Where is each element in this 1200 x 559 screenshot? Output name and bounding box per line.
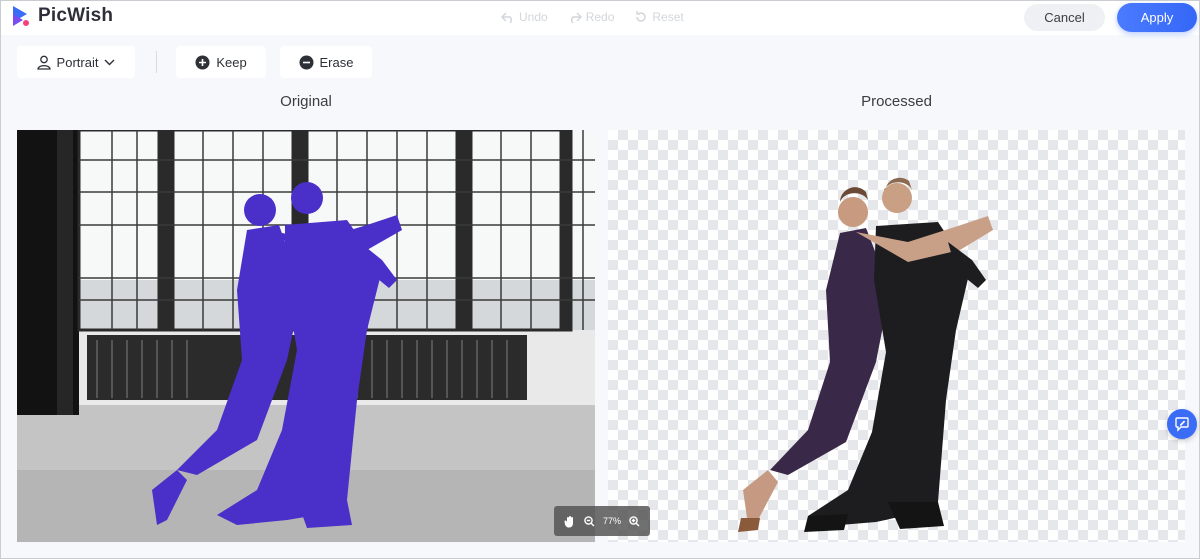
keep-brush-button[interactable]: Keep (176, 46, 266, 78)
app-logo[interactable]: PicWish (9, 4, 113, 28)
erase-brush-button[interactable]: Erase (280, 46, 372, 78)
person-icon (36, 55, 51, 70)
zoom-controls: 77% (554, 506, 650, 536)
feedback-icon (1175, 417, 1189, 432)
portrait-mode-label: Portrait (56, 54, 99, 70)
original-panel-title: Original (280, 93, 332, 110)
hand-icon (564, 515, 573, 527)
chevron-down-icon (104, 59, 115, 65)
app-name: PicWish (38, 5, 114, 26)
reset-label: Reset (652, 10, 684, 24)
apply-button[interactable]: Apply (1117, 3, 1197, 32)
top-bar: PicWish Undo Redo Reset Cancel Apply (1, 1, 1199, 35)
erase-label: Erase (319, 54, 354, 70)
keep-label: Keep (216, 54, 247, 70)
zoom-out-button[interactable] (584, 515, 595, 527)
pan-tool-button[interactable] (564, 515, 576, 528)
processed-panel-title: Processed (861, 93, 932, 110)
redo-icon (570, 12, 582, 23)
zoom-out-icon (584, 515, 595, 526)
editor-window: PicWish Undo Redo Reset Cancel Apply Por… (0, 0, 1200, 559)
feedback-button[interactable] (1167, 409, 1197, 439)
plus-circle-icon (195, 55, 210, 69)
undo-label: Undo (519, 10, 548, 24)
zoom-in-icon (629, 515, 640, 526)
undo-button[interactable]: Undo (501, 10, 548, 24)
toolbar-divider (156, 51, 157, 73)
processed-photo (738, 177, 993, 532)
history-controls: Undo Redo Reset (501, 10, 684, 24)
redo-button[interactable]: Redo (568, 10, 615, 24)
undo-icon (501, 12, 513, 23)
picwish-logo-icon (13, 6, 29, 26)
zoom-in-button[interactable] (629, 515, 640, 527)
minus-circle-icon (299, 55, 314, 69)
portrait-mode-dropdown[interactable]: Portrait (17, 46, 135, 78)
cancel-button[interactable]: Cancel (1024, 4, 1105, 31)
processed-image-canvas[interactable] (608, 130, 1185, 542)
reset-icon (636, 11, 647, 22)
redo-label: Redo (585, 10, 615, 24)
dancers-cutout (738, 177, 993, 532)
original-image-canvas[interactable] (17, 130, 595, 542)
reset-button[interactable]: Reset (634, 10, 684, 24)
original-photo (17, 130, 595, 542)
zoom-level: 77% (602, 516, 621, 526)
